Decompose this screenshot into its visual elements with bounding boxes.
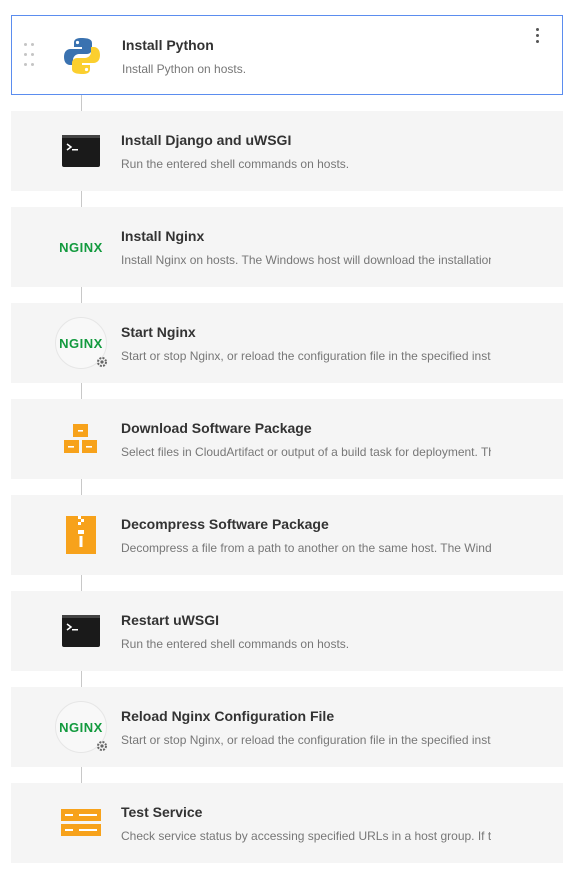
- connector: [81, 479, 82, 495]
- step-title: Decompress Software Package: [121, 516, 329, 532]
- nginx-gear-icon: NGINX: [55, 701, 107, 753]
- step-card-install-django[interactable]: Install Django and uWSGI Run the entered…: [11, 111, 563, 191]
- step-description: Install Python on hosts.: [122, 62, 247, 76]
- step-description: Run the entered shell commands on hosts.: [121, 637, 350, 651]
- step-title: Install Python: [122, 37, 214, 53]
- connector: [81, 671, 82, 687]
- zip-icon: [55, 509, 107, 561]
- drag-handle-icon[interactable]: [24, 43, 34, 71]
- step-card-test-service[interactable]: Test Service Check service status by acc…: [11, 783, 563, 863]
- connector: [81, 287, 82, 303]
- nginx-gear-icon: NGINX: [55, 317, 107, 369]
- step-card-download-package[interactable]: Download Software Package Select files i…: [11, 399, 563, 479]
- step-description: Check service status by accessing specif…: [121, 829, 491, 843]
- step-card-install-python[interactable]: Install Python Install Python on hosts.: [11, 15, 563, 95]
- gear-icon: [97, 741, 107, 751]
- step-card-decompress-package[interactable]: Decompress Software Package Decompress a…: [11, 495, 563, 575]
- step-description: Decompress a file from a path to another…: [121, 541, 491, 555]
- step-title: Download Software Package: [121, 420, 312, 436]
- connector: [81, 191, 82, 207]
- step-description: Select files in CloudArtifact or output …: [121, 445, 491, 459]
- connector: [81, 95, 82, 111]
- terminal-icon: [55, 125, 107, 177]
- nginx-icon: NGINX: [59, 239, 103, 255]
- step-description: Start or stop Nginx, or reload the confi…: [121, 349, 491, 363]
- step-title: Start Nginx: [121, 324, 196, 340]
- step-card-reload-nginx-config[interactable]: NGINX Reload Nginx Configuration File St…: [11, 687, 563, 767]
- step-title: Restart uWSGI: [121, 612, 220, 628]
- step-description: Run the entered shell commands on hosts.: [121, 157, 350, 171]
- gear-icon: [97, 357, 107, 367]
- step-card-install-nginx[interactable]: NGINX Install Nginx Install Nginx on hos…: [11, 207, 563, 287]
- step-title: Test Service: [121, 804, 203, 820]
- step-card-restart-uwsgi[interactable]: Restart uWSGI Run the entered shell comm…: [11, 591, 563, 671]
- terminal-icon: [55, 605, 107, 657]
- connector: [81, 575, 82, 591]
- python-icon: [56, 30, 108, 82]
- more-options-icon[interactable]: [536, 28, 540, 44]
- connector: [81, 383, 82, 399]
- step-title: Install Nginx: [121, 228, 205, 244]
- step-title: Install Django and uWSGI: [121, 132, 292, 148]
- step-card-start-nginx[interactable]: NGINX Start Nginx Start or stop Nginx, o…: [11, 303, 563, 383]
- connector: [81, 767, 82, 783]
- step-description: Install Nginx on hosts. The Windows host…: [121, 253, 491, 267]
- service-icon: [55, 797, 107, 849]
- step-title: Reload Nginx Configuration File: [121, 708, 335, 724]
- package-icon: [55, 413, 107, 465]
- step-description: Start or stop Nginx, or reload the confi…: [121, 733, 491, 747]
